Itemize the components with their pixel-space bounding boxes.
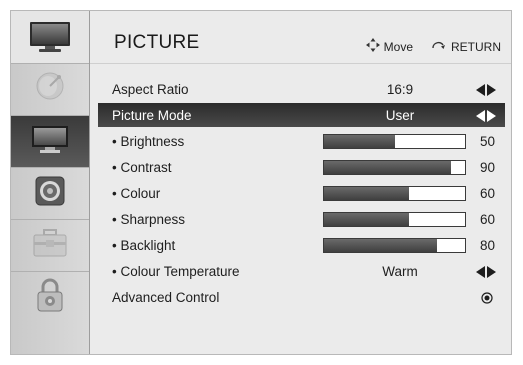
sidebar-item-picture[interactable] xyxy=(11,115,89,167)
advanced-control-row[interactable]: Advanced Control xyxy=(90,285,511,311)
speaker-icon xyxy=(34,175,66,212)
aspect-ratio-row[interactable]: Aspect Ratio 16:9 xyxy=(90,77,511,103)
aspect-ratio-label: Aspect Ratio xyxy=(112,82,189,97)
sidebar-item-sound[interactable] xyxy=(11,167,89,219)
enter-submenu-icon[interactable] xyxy=(481,292,493,304)
sharpness-slider-fill xyxy=(324,213,409,226)
return-icon xyxy=(431,39,447,54)
backlight-slider[interactable] xyxy=(323,238,466,253)
menu-header: PICTURE Move RETURN xyxy=(90,11,511,63)
contrast-label: • Contrast xyxy=(112,160,172,175)
backlight-label: • Backlight xyxy=(112,238,176,253)
page-title: PICTURE xyxy=(114,32,200,53)
colour-slider-fill xyxy=(324,187,409,200)
return-hint-label: RETURN xyxy=(451,39,501,54)
picture-mode-label: Picture Mode xyxy=(112,108,192,123)
picture-settings-list: Aspect Ratio 16:9 Picture Mode User • Br… xyxy=(90,63,511,354)
left-right-arrows-icon[interactable] xyxy=(476,84,496,96)
category-sidebar xyxy=(11,11,90,354)
colour-value: 60 xyxy=(479,186,495,201)
backlight-row[interactable]: • Backlight 80 xyxy=(90,233,511,259)
sharpness-slider[interactable] xyxy=(323,212,466,227)
colour-slider[interactable] xyxy=(323,186,466,201)
contrast-value: 90 xyxy=(479,160,495,175)
colour-temperature-value: Warm xyxy=(382,264,418,279)
contrast-row[interactable]: • Contrast 90 xyxy=(90,155,511,181)
move-arrows-icon xyxy=(365,38,380,55)
brightness-slider[interactable] xyxy=(323,134,466,149)
picture-mode-value: User xyxy=(385,108,415,123)
sidebar-item-channels[interactable] xyxy=(11,63,89,115)
sharpness-value: 60 xyxy=(479,212,495,227)
tv-menu-icon xyxy=(11,11,89,63)
colour-row[interactable]: • Colour 60 xyxy=(90,181,511,207)
colour-temperature-row[interactable]: • Colour Temperature Warm xyxy=(90,259,511,285)
move-hint-label: Move xyxy=(383,39,413,54)
sidebar-item-lock[interactable] xyxy=(11,271,89,323)
brightness-value: 50 xyxy=(479,134,495,149)
monitor-icon xyxy=(30,123,70,160)
picture-menu-window: PICTURE Move RETURN Aspect Ratio 16:9 Pi… xyxy=(10,10,512,355)
left-right-arrows-icon[interactable] xyxy=(476,110,496,122)
contrast-slider-fill xyxy=(324,161,451,174)
navigation-hints: Move RETURN xyxy=(365,38,501,55)
brightness-label: • Brightness xyxy=(112,134,185,149)
sharpness-label: • Sharpness xyxy=(112,212,186,227)
toolbox-icon xyxy=(32,228,68,263)
aspect-ratio-value: 16:9 xyxy=(386,82,414,97)
colour-label: • Colour xyxy=(112,186,161,201)
picture-mode-row[interactable]: Picture Mode User xyxy=(90,103,511,129)
satellite-dish-icon xyxy=(33,71,67,108)
contrast-slider[interactable] xyxy=(323,160,466,175)
sharpness-row[interactable]: • Sharpness 60 xyxy=(90,207,511,233)
colour-temperature-label: • Colour Temperature xyxy=(112,264,240,279)
padlock-icon xyxy=(35,277,65,318)
sidebar-item-setup[interactable] xyxy=(11,219,89,271)
backlight-value: 80 xyxy=(479,238,495,253)
brightness-row[interactable]: • Brightness 50 xyxy=(90,129,511,155)
advanced-control-label: Advanced Control xyxy=(112,290,220,305)
backlight-slider-fill xyxy=(324,239,437,252)
brightness-slider-fill xyxy=(324,135,395,148)
left-right-arrows-icon[interactable] xyxy=(476,266,496,278)
